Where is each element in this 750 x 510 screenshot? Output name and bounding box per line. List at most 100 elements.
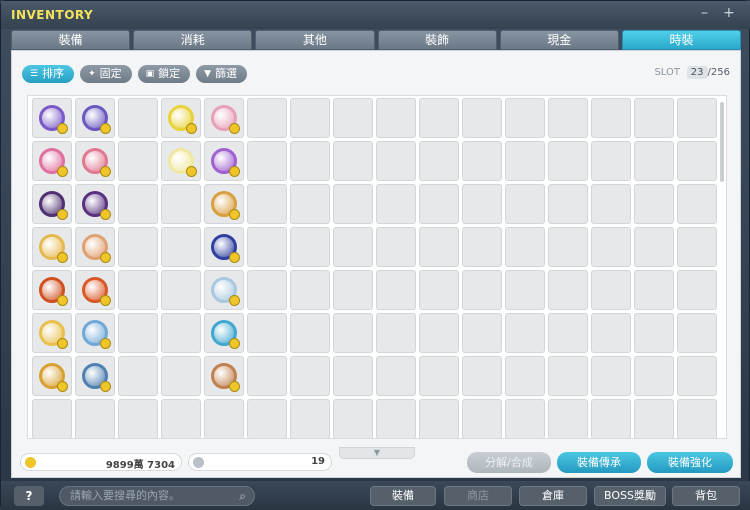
inventory-slot[interactable] — [677, 313, 717, 353]
inventory-slot[interactable] — [290, 270, 330, 310]
transfer-button[interactable]: 裝備傳承 — [557, 452, 641, 473]
inventory-slot[interactable] — [118, 184, 158, 224]
inventory-slot[interactable] — [290, 356, 330, 396]
inventory-slot[interactable] — [32, 399, 72, 438]
inventory-slot[interactable] — [462, 141, 502, 181]
inventory-slot[interactable] — [462, 313, 502, 353]
inventory-slot[interactable] — [333, 98, 373, 138]
inventory-slot[interactable] — [505, 141, 545, 181]
inventory-slot[interactable] — [591, 313, 631, 353]
inventory-slot[interactable] — [376, 313, 416, 353]
filter-button[interactable]: ▼ 篩選 — [196, 65, 248, 83]
inventory-slot[interactable] — [634, 227, 674, 267]
inventory-slot[interactable] — [32, 141, 72, 181]
inventory-slot[interactable] — [118, 141, 158, 181]
inventory-slot[interactable] — [376, 184, 416, 224]
inventory-slot[interactable] — [118, 227, 158, 267]
inventory-slot[interactable] — [75, 356, 115, 396]
bag-button[interactable]: 背包 — [672, 486, 740, 506]
inventory-slot[interactable] — [333, 227, 373, 267]
inventory-slot[interactable] — [591, 227, 631, 267]
inventory-slot[interactable] — [376, 227, 416, 267]
storage-button[interactable]: 倉庫 — [519, 486, 587, 506]
inventory-slot[interactable] — [75, 98, 115, 138]
inventory-slot[interactable] — [505, 227, 545, 267]
inventory-slot[interactable] — [333, 141, 373, 181]
search-icon[interactable]: ⌕ — [239, 487, 246, 505]
inventory-slot[interactable] — [376, 356, 416, 396]
equip-button[interactable]: 裝備 — [370, 486, 436, 506]
inventory-slot[interactable] — [419, 313, 459, 353]
inventory-slot[interactable] — [677, 270, 717, 310]
inventory-slot[interactable] — [75, 227, 115, 267]
inventory-slot[interactable] — [677, 141, 717, 181]
inventory-slot[interactable] — [204, 98, 244, 138]
inventory-slot[interactable] — [290, 98, 330, 138]
inventory-slot[interactable] — [462, 399, 502, 438]
tab-equip[interactable]: 裝備 — [11, 30, 131, 50]
tab-fashion[interactable]: 時裝 — [621, 30, 742, 50]
inventory-slot[interactable] — [376, 270, 416, 310]
close-icon[interactable]: + — [723, 5, 735, 21]
minimize-icon[interactable]: – — [701, 5, 708, 21]
inventory-slot[interactable] — [376, 141, 416, 181]
inventory-slot[interactable] — [247, 399, 287, 438]
inventory-slot[interactable] — [462, 356, 502, 396]
inventory-slot[interactable] — [634, 313, 674, 353]
help-button[interactable]: ? — [14, 486, 44, 506]
inventory-slot[interactable] — [677, 227, 717, 267]
inventory-slot[interactable] — [32, 98, 72, 138]
inventory-slot[interactable] — [290, 184, 330, 224]
inventory-slot[interactable] — [161, 356, 201, 396]
inventory-slot[interactable] — [548, 184, 588, 224]
inventory-slot[interactable] — [204, 227, 244, 267]
inventory-slot[interactable] — [419, 227, 459, 267]
inventory-slot[interactable] — [677, 98, 717, 138]
inventory-slot[interactable] — [118, 98, 158, 138]
boss-reward-button[interactable]: BOSS獎勵 — [594, 486, 666, 506]
inventory-slot[interactable] — [548, 270, 588, 310]
inventory-slot[interactable] — [204, 184, 244, 224]
inventory-slot[interactable] — [75, 270, 115, 310]
inventory-slot[interactable] — [75, 313, 115, 353]
inventory-slot[interactable] — [290, 399, 330, 438]
shop-button[interactable]: 商店 — [444, 486, 512, 506]
inventory-slot[interactable] — [32, 227, 72, 267]
inventory-slot[interactable] — [247, 227, 287, 267]
inventory-slot[interactable] — [591, 141, 631, 181]
inventory-slot[interactable] — [204, 141, 244, 181]
inventory-slot[interactable] — [505, 184, 545, 224]
inventory-slot[interactable] — [677, 399, 717, 438]
inventory-slot[interactable] — [548, 313, 588, 353]
inventory-slot[interactable] — [462, 98, 502, 138]
inventory-slot[interactable] — [505, 98, 545, 138]
inventory-slot[interactable] — [75, 399, 115, 438]
inventory-slot[interactable] — [333, 184, 373, 224]
enhance-button[interactable]: 裝備強化 — [647, 452, 733, 473]
inventory-slot[interactable] — [376, 399, 416, 438]
inventory-slot[interactable] — [419, 399, 459, 438]
inventory-slot[interactable] — [161, 270, 201, 310]
inventory-slot[interactable] — [634, 184, 674, 224]
tab-cash[interactable]: 現金 — [499, 30, 619, 50]
inventory-slot[interactable] — [505, 313, 545, 353]
inventory-slot[interactable] — [462, 184, 502, 224]
inventory-slot[interactable] — [419, 141, 459, 181]
inventory-slot[interactable] — [677, 184, 717, 224]
inventory-slot[interactable] — [333, 356, 373, 396]
inventory-slot[interactable] — [247, 356, 287, 396]
inventory-slot[interactable] — [161, 227, 201, 267]
inventory-slot[interactable] — [505, 270, 545, 310]
inventory-slot[interactable] — [161, 184, 201, 224]
inventory-slot[interactable] — [118, 270, 158, 310]
inventory-slot[interactable] — [591, 270, 631, 310]
inventory-slot[interactable] — [548, 98, 588, 138]
inventory-slot[interactable] — [118, 399, 158, 438]
inventory-slot[interactable] — [591, 399, 631, 438]
inventory-slot[interactable] — [161, 313, 201, 353]
lock-button[interactable]: ▣ 鎖定 — [137, 65, 191, 83]
inventory-slot[interactable] — [32, 313, 72, 353]
inventory-slot[interactable] — [634, 270, 674, 310]
inventory-slot[interactable] — [505, 399, 545, 438]
inventory-slot[interactable] — [462, 270, 502, 310]
